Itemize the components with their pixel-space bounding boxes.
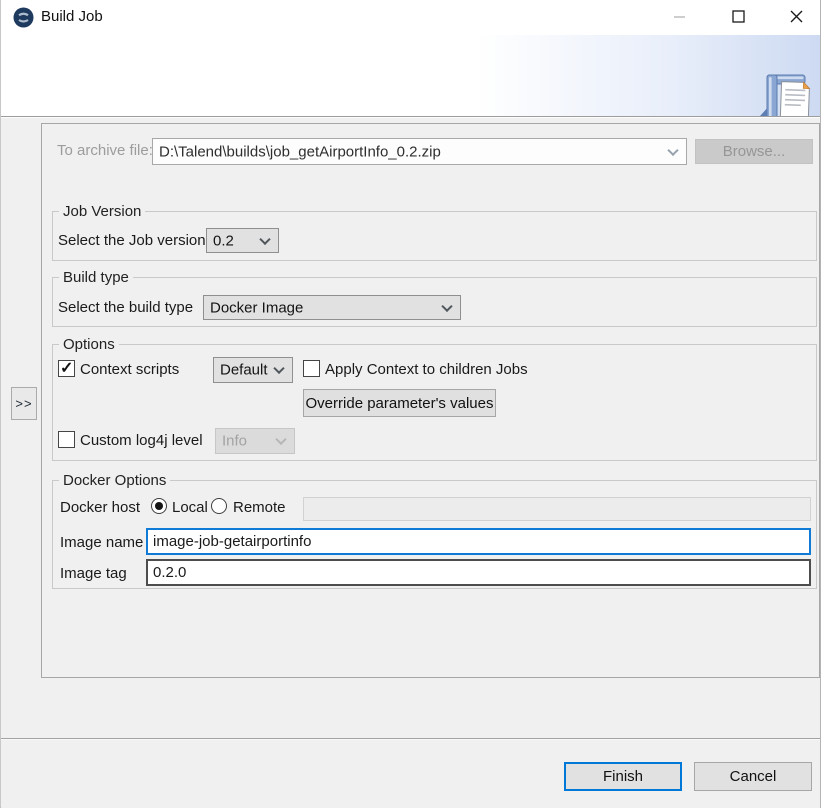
context-scripts-checkbox[interactable] — [58, 360, 75, 377]
expand-panel-button[interactable]: >> — [11, 387, 37, 420]
image-name-input[interactable] — [146, 528, 811, 555]
close-icon[interactable] — [773, 0, 819, 33]
image-name-label: Image name — [60, 534, 143, 551]
docker-options-legend: Docker Options — [59, 472, 170, 489]
docker-host-remote-radio[interactable] — [211, 498, 227, 514]
chevron-down-icon — [273, 363, 284, 374]
cancel-button[interactable]: Cancel — [694, 762, 812, 791]
build-type-value: Docker Image — [210, 299, 303, 316]
custom-log4j-label: Custom log4j level — [80, 432, 203, 449]
footer-separator — [1, 738, 820, 740]
chevron-down-icon — [275, 434, 286, 445]
log4j-level-select: Info — [215, 428, 295, 454]
job-version-select[interactable]: 0.2 — [206, 228, 279, 253]
main-panel: To archive file: D:\Talend\builds\job_ge… — [41, 123, 820, 678]
job-version-value: 0.2 — [213, 232, 234, 249]
docker-host-label: Docker host — [60, 499, 140, 516]
docker-host-local-radio[interactable] — [151, 498, 167, 514]
context-type-value: Default — [220, 362, 268, 379]
build-job-dialog: Build Job — [0, 0, 821, 808]
build-type-group: Build type Select the build type Docker … — [52, 277, 817, 327]
apply-context-label: Apply Context to children Jobs — [325, 361, 528, 378]
image-tag-input[interactable] — [146, 559, 811, 586]
job-version-legend: Job Version — [59, 203, 145, 220]
image-tag-label: Image tag — [60, 565, 127, 582]
chevron-down-icon — [259, 233, 270, 244]
window-title: Build Job — [41, 8, 103, 25]
context-scripts-label: Context scripts — [80, 361, 179, 378]
docker-options-group: Docker Options Docker host Local Remote … — [52, 480, 817, 589]
dialog-body: >> To archive file: D:\Talend\builds\job… — [1, 118, 820, 808]
archive-file-row: To archive file: D:\Talend\builds\job_ge… — [42, 138, 819, 165]
job-version-group: Job Version Select the Job version 0.2 — [52, 211, 817, 261]
log4j-level-value: Info — [222, 433, 247, 450]
docker-host-remote-label: Remote — [233, 499, 286, 516]
talend-logo-icon — [13, 7, 34, 28]
chevron-down-icon — [667, 144, 678, 155]
options-legend: Options — [59, 336, 119, 353]
docker-host-local-label: Local — [172, 499, 208, 516]
build-type-legend: Build type — [59, 269, 133, 286]
browse-button: Browse... — [695, 139, 813, 164]
apply-context-checkbox[interactable] — [303, 360, 320, 377]
archive-path-combo[interactable]: D:\Talend\builds\job_getAirportInfo_0.2.… — [152, 138, 687, 165]
docker-host-input — [303, 497, 811, 521]
job-version-label: Select the Job version — [58, 232, 206, 249]
archive-file-label: To archive file: — [57, 142, 153, 159]
minimize-icon — [656, 0, 702, 33]
titlebar: Build Job — [1, 0, 820, 35]
finish-button[interactable]: Finish — [564, 762, 682, 791]
maximize-icon[interactable] — [715, 0, 761, 33]
override-parameters-button[interactable]: Override parameter's values — [303, 389, 496, 417]
build-type-select[interactable]: Docker Image — [203, 295, 461, 320]
build-type-label: Select the build type — [58, 299, 193, 316]
custom-log4j-checkbox[interactable] — [58, 431, 75, 448]
options-group: Options Context scripts Default Apply Co… — [52, 344, 817, 461]
archive-path-value: D:\Talend\builds\job_getAirportInfo_0.2.… — [159, 143, 441, 160]
wizard-banner — [1, 35, 820, 116]
context-type-select[interactable]: Default — [213, 357, 293, 383]
chevron-down-icon — [441, 300, 452, 311]
